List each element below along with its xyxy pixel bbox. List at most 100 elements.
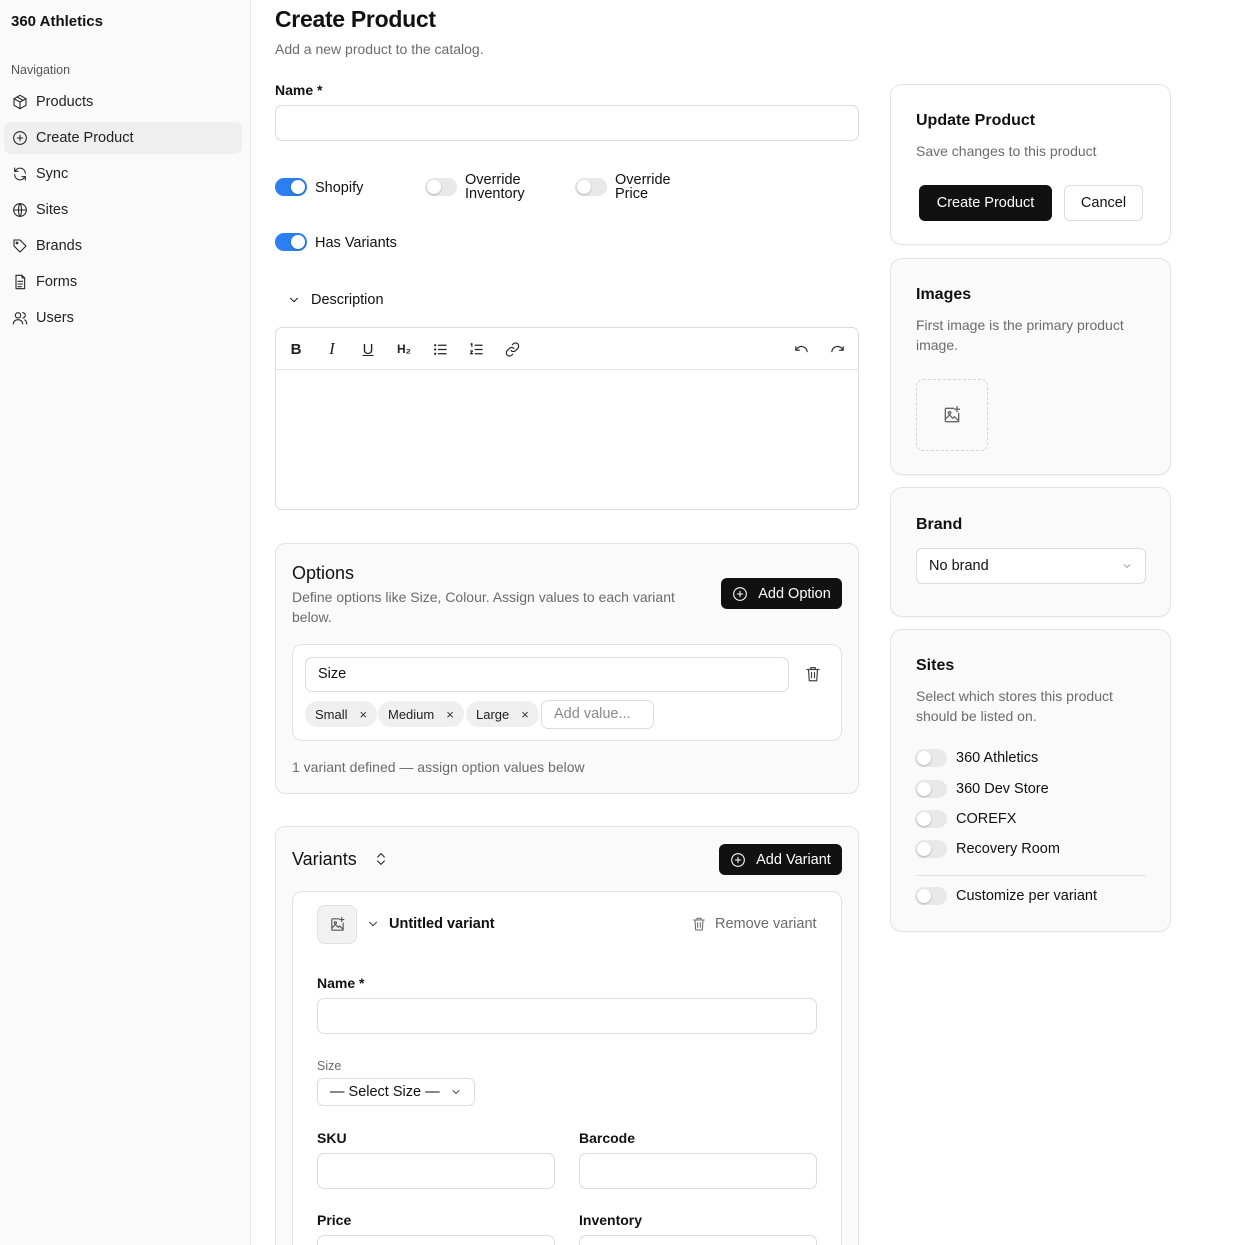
override-price-label-line1: Override xyxy=(615,172,671,188)
remove-value-icon[interactable]: × xyxy=(360,707,368,722)
refresh-icon xyxy=(14,167,26,181)
sidebar-item-create-product[interactable]: Create Product xyxy=(4,122,242,154)
delete-option-button[interactable] xyxy=(804,665,822,683)
site-label: COREFX xyxy=(956,811,1017,827)
sidebar-item-label: Create Product xyxy=(36,130,134,146)
override-price-label: Override Price xyxy=(615,172,671,202)
override-inventory-label-line1: Override xyxy=(465,172,521,188)
remove-value-icon[interactable]: × xyxy=(446,707,454,722)
variant-name-input[interactable] xyxy=(317,998,817,1034)
site-row-360-dev-store[interactable]: 360 Dev Store xyxy=(915,780,1049,798)
editor-content-area[interactable] xyxy=(276,370,858,510)
images-title: Images xyxy=(916,286,972,303)
site-row-recovery-room[interactable]: Recovery Room xyxy=(915,840,1060,858)
customize-per-variant-row[interactable]: Customize per variant xyxy=(915,887,1097,905)
option-value-label: Medium xyxy=(388,706,435,722)
barcode-label: Barcode xyxy=(579,1130,636,1146)
site-label: Recovery Room xyxy=(956,841,1060,857)
sidebar-item-label: Products xyxy=(36,94,94,110)
variant-image-button[interactable] xyxy=(317,905,357,944)
site-toggle[interactable] xyxy=(915,749,947,767)
variant-size-select-value: — Select Size — xyxy=(330,1084,440,1100)
sidebar-item-label: Sites xyxy=(36,202,69,218)
plus-circle-icon xyxy=(731,852,746,867)
users-icon xyxy=(12,312,28,325)
sidebar-item-forms[interactable]: Forms xyxy=(4,266,242,298)
sites-description: Select which stores this product should … xyxy=(916,688,1113,724)
description-collapse-toggle[interactable]: Description xyxy=(287,292,384,308)
shopify-toggle[interactable] xyxy=(275,178,307,196)
sku-input[interactable] xyxy=(317,1153,555,1189)
customize-per-variant-label: Customize per variant xyxy=(956,888,1098,904)
option-name-input[interactable] xyxy=(305,657,789,692)
sidebar-item-label: Users xyxy=(36,310,74,326)
heading-2-icon[interactable]: H₂ xyxy=(394,339,414,359)
images-description: First image is the primary product image… xyxy=(916,317,1124,353)
override-inventory-toggle[interactable] xyxy=(425,178,457,196)
undo-icon[interactable] xyxy=(791,339,811,359)
numbered-list-icon[interactable] xyxy=(466,339,486,359)
image-upload-dropzone[interactable] xyxy=(916,379,988,451)
add-variant-label: Add Variant xyxy=(756,851,831,868)
add-option-button[interactable]: Add Option xyxy=(721,578,842,609)
trash-icon xyxy=(693,917,705,931)
site-toggle[interactable] xyxy=(915,840,947,858)
sidebar-item-label: Sync xyxy=(36,166,69,182)
tag-icon xyxy=(13,239,27,253)
add-variant-button[interactable]: Add Variant xyxy=(719,844,842,875)
override-price-toggle[interactable] xyxy=(575,178,607,196)
sidebar-item-products[interactable]: Products xyxy=(4,86,242,118)
cancel-button[interactable]: Cancel xyxy=(1064,185,1143,221)
brand-select-value: No brand xyxy=(929,558,989,574)
sidebar-item-sites[interactable]: Sites xyxy=(4,194,242,226)
sidebar-item-brands[interactable]: Brands xyxy=(4,230,242,262)
sidebar-item-label: Brands xyxy=(36,238,82,254)
name-label: Name * xyxy=(275,82,323,98)
size-label: Size xyxy=(317,1059,342,1073)
chevron-down-icon xyxy=(290,297,298,303)
has-variants-toggle[interactable] xyxy=(275,233,307,251)
sidebar-item-users[interactable]: Users xyxy=(4,302,242,334)
shopify-label: Shopify xyxy=(315,180,364,196)
site-toggle[interactable] xyxy=(915,810,947,828)
sort-variants-button[interactable] xyxy=(373,851,389,867)
brand-select[interactable]: No brand xyxy=(916,548,1146,584)
page-title: Create Product xyxy=(275,6,436,32)
bold-icon[interactable]: B xyxy=(286,339,306,359)
site-row-corefx[interactable]: COREFX xyxy=(915,810,1016,828)
nav-heading: Navigation xyxy=(11,63,71,77)
underline-icon[interactable]: U xyxy=(358,339,378,359)
globe-icon xyxy=(13,203,27,217)
price-input[interactable] xyxy=(317,1235,555,1245)
sites-title: Sites xyxy=(916,657,955,674)
remove-variant-button[interactable]: Remove variant xyxy=(691,916,817,932)
override-price-label-line2: Price xyxy=(615,186,649,202)
chevron-down-icon xyxy=(452,1090,460,1094)
has-variants-label: Has Variants xyxy=(315,235,397,251)
sidebar: 360 Athletics Navigation Products Create… xyxy=(0,0,251,1245)
app-name: 360 Athletics xyxy=(11,13,103,30)
variant-item xyxy=(292,891,842,1245)
chevron-down-icon xyxy=(369,921,377,927)
redo-icon[interactable] xyxy=(827,339,847,359)
create-product-button[interactable]: Create Product xyxy=(919,185,1052,221)
link-icon[interactable] xyxy=(502,339,522,359)
customize-per-variant-toggle[interactable] xyxy=(915,887,947,905)
barcode-input[interactable] xyxy=(579,1153,817,1189)
site-row-360-athletics[interactable]: 360 Athletics xyxy=(915,749,1038,767)
remove-value-icon[interactable]: × xyxy=(521,707,529,722)
site-toggle[interactable] xyxy=(915,780,947,798)
variant-name-label: Name * xyxy=(317,975,365,991)
sidebar-item-sync[interactable]: Sync xyxy=(4,158,242,190)
image-plus-icon xyxy=(330,916,344,931)
trash-icon xyxy=(806,667,820,682)
update-product-title: Update Product xyxy=(916,112,1036,129)
italic-icon[interactable]: I xyxy=(322,339,342,359)
variant-size-select[interactable]: — Select Size — xyxy=(317,1078,475,1106)
images-card: Images First image is the primary produc… xyxy=(890,258,1171,475)
bullet-list-icon[interactable] xyxy=(430,339,450,359)
variant-collapse-toggle[interactable] xyxy=(366,917,380,931)
package-icon xyxy=(13,94,27,110)
inventory-input[interactable] xyxy=(579,1235,817,1245)
product-name-input[interactable] xyxy=(275,105,859,141)
